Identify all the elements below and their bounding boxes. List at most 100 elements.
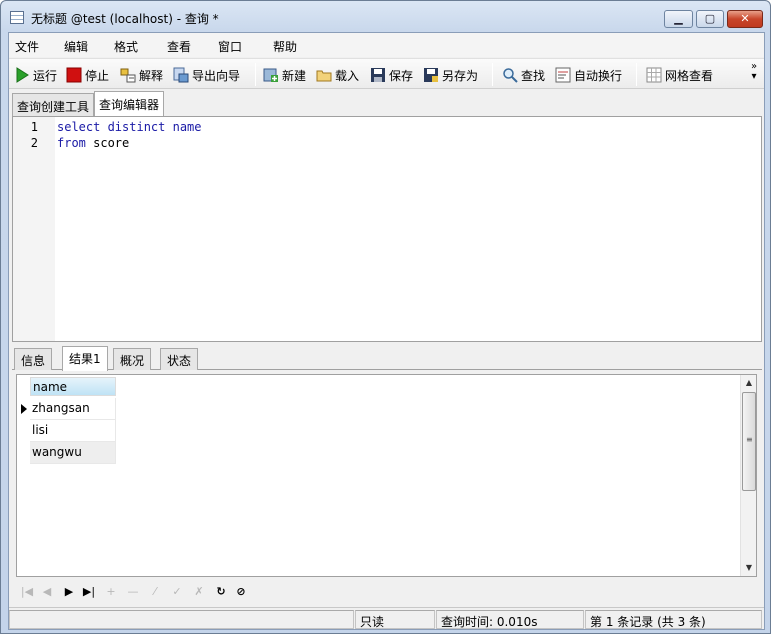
grid-view-button[interactable]: 网格查看	[646, 65, 713, 85]
tab-query-editor[interactable]: 查询编辑器	[94, 91, 165, 116]
row-indicator	[17, 442, 30, 464]
toolbar-separator	[636, 63, 637, 86]
menu-edit[interactable]: 编辑	[64, 38, 88, 55]
column-header-name[interactable]: name	[30, 377, 116, 396]
result-grid: name zhangsan lisi wangwu ▲ ≡ ▼	[16, 374, 757, 577]
toolbar-separator	[492, 63, 493, 86]
sql-keyword: select distinct name	[57, 120, 202, 134]
run-label: 运行	[33, 68, 58, 83]
sql-keyword: from	[57, 136, 86, 150]
play-icon	[16, 67, 29, 83]
find-button[interactable]: 查找	[502, 65, 545, 85]
status-query-time: 查询时间: 0.010s	[436, 610, 584, 629]
sql-text: score	[85, 136, 130, 150]
stop-button[interactable]: 停止	[66, 65, 109, 85]
table-row[interactable]: wangwu	[17, 442, 117, 464]
code-line: from score	[57, 136, 129, 150]
title-bar: 无标题 @test (localhost) - 查询 * ▁ ▢ ✕	[1, 1, 770, 33]
table-cell[interactable]: wangwu	[30, 442, 116, 464]
search-icon	[503, 68, 518, 83]
delete-record-button[interactable]: —	[126, 585, 140, 599]
menu-file[interactable]: 文件	[15, 38, 39, 55]
save-as-icon	[424, 68, 438, 82]
tab-overview[interactable]: 概况	[113, 348, 152, 370]
save-as-button[interactable]: 另存为	[423, 65, 478, 85]
minimize-button[interactable]: ▁	[664, 10, 693, 28]
code-line: select distinct name	[57, 120, 202, 134]
scroll-down-arrow-icon[interactable]: ▼	[741, 560, 757, 576]
export-icon	[173, 67, 189, 83]
status-record-count: 第 1 条记录 (共 3 条)	[585, 610, 762, 629]
tab-result1[interactable]: 结果1	[62, 346, 108, 371]
stop-fetch-button[interactable]: ⊘	[234, 585, 248, 599]
apply-button[interactable]: ✓	[170, 585, 184, 599]
scroll-up-arrow-icon[interactable]: ▲	[741, 375, 757, 391]
new-button[interactable]: 新建	[263, 65, 306, 85]
word-wrap-button[interactable]: 自动换行	[555, 65, 622, 85]
grid-icon	[646, 67, 662, 83]
query-window-icon	[10, 11, 24, 24]
export-wizard-label: 导出向导	[192, 68, 241, 83]
line-number: 2	[30, 136, 38, 150]
stop-label: 停止	[85, 68, 110, 83]
edit-record-button[interactable]: ⁄	[148, 585, 162, 599]
vertical-scrollbar[interactable]: ▲ ≡ ▼	[740, 375, 756, 576]
add-record-button[interactable]: +	[104, 585, 118, 599]
table-row[interactable]: lisi	[17, 420, 117, 442]
new-label: 新建	[282, 68, 307, 83]
grid-view-label: 网格查看	[665, 68, 714, 83]
application-window: 无标题 @test (localhost) - 查询 * ▁ ▢ ✕ 文件 编辑…	[0, 0, 771, 634]
status-empty-cell	[9, 610, 354, 629]
stop-icon	[66, 67, 82, 83]
load-button[interactable]: 载入	[316, 65, 359, 85]
refresh-button[interactable]: ↻	[214, 585, 228, 599]
status-readonly: 只读	[355, 610, 435, 629]
scroll-thumb[interactable]: ≡	[742, 392, 756, 491]
explain-button[interactable]: 解释	[120, 65, 163, 85]
menu-format[interactable]: 格式	[114, 38, 138, 55]
next-record-button[interactable]: ▶	[62, 585, 76, 599]
menu-bar: 文件 编辑 格式 查看 窗口 帮助	[9, 33, 764, 57]
line-number-gutter: 1 2	[13, 117, 55, 341]
run-button[interactable]: 运行	[14, 65, 57, 85]
load-label: 载入	[335, 68, 360, 83]
word-wrap-icon	[555, 67, 571, 83]
tab-info[interactable]: 信息	[14, 348, 53, 370]
toolbar-overflow-button[interactable]: » ▾	[748, 62, 760, 82]
previous-record-button[interactable]: ◀	[40, 585, 54, 599]
menu-view[interactable]: 查看	[167, 38, 191, 55]
save-as-label: 另存为	[442, 68, 479, 83]
new-query-icon	[263, 68, 278, 82]
row-indicator	[17, 398, 30, 420]
menu-window[interactable]: 窗口	[218, 38, 242, 55]
explain-label: 解释	[139, 68, 164, 83]
window-title: 无标题 @test (localhost) - 查询 *	[31, 12, 219, 26]
save-label: 保存	[389, 68, 414, 83]
table-cell[interactable]: lisi	[30, 420, 116, 442]
grip-icon: ≡	[746, 435, 753, 444]
line-number: 1	[30, 120, 38, 134]
last-record-button[interactable]: ▶|	[82, 585, 96, 599]
discard-button[interactable]: ✗	[192, 585, 206, 599]
first-record-button[interactable]: |◀	[20, 585, 34, 599]
save-button[interactable]: 保存	[370, 65, 413, 85]
maximize-button[interactable]: ▢	[696, 10, 724, 28]
menu-help[interactable]: 帮助	[273, 38, 297, 55]
tab-status[interactable]: 状态	[160, 348, 199, 370]
toolbar-separator	[255, 63, 256, 86]
word-wrap-label: 自动换行	[574, 68, 623, 83]
close-button[interactable]: ✕	[727, 10, 763, 28]
current-row-arrow-icon	[21, 404, 27, 414]
export-wizard-button[interactable]: 导出向导	[173, 65, 240, 85]
result-tabs: 信息 结果1 概况 状态	[12, 344, 762, 371]
client-area: 文件 编辑 格式 查看 窗口 帮助 运行 停止 解释 导出向导 新建 载入 保存…	[8, 32, 765, 630]
find-label: 查找	[521, 68, 546, 83]
table-cell[interactable]: zhangsan	[30, 398, 116, 420]
tab-query-builder[interactable]: 查询创建工具	[12, 93, 95, 116]
sql-editor[interactable]: 1 2 select distinct name from score	[12, 116, 762, 342]
row-indicator	[17, 420, 30, 442]
chevron-down-icon: ▾	[751, 71, 757, 82]
table-row[interactable]: zhangsan	[17, 398, 117, 420]
results-panel: 信息 结果1 概况 状态 name zhangsan lisi wangwu ▲…	[12, 344, 762, 610]
save-icon	[371, 68, 385, 82]
